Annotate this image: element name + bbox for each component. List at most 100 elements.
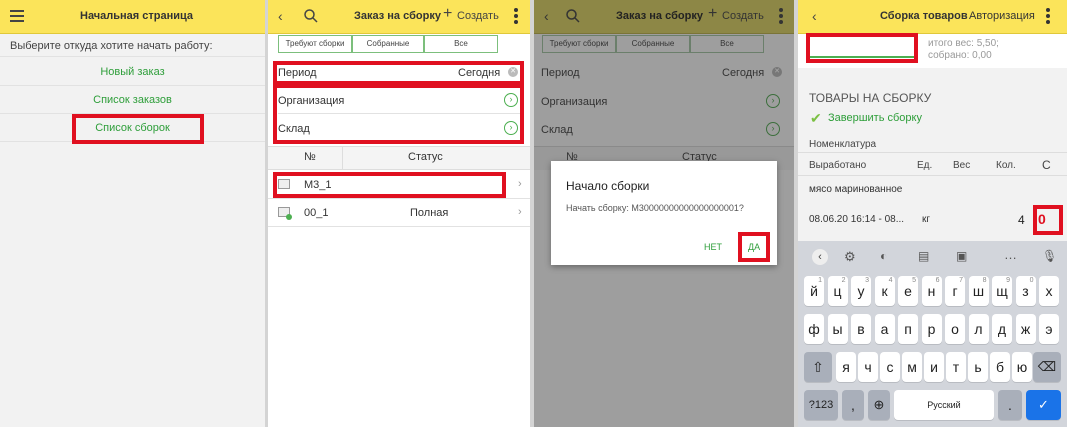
organization-label[interactable]: Организация xyxy=(541,96,607,108)
tab-assembled[interactable]: Собранные xyxy=(616,35,690,53)
search-icon[interactable] xyxy=(304,9,318,28)
microphone-icon[interactable]: 🎙 xyxy=(1042,249,1057,263)
key-7[interactable]: о xyxy=(945,314,965,344)
screen-goods-assembly: ‹ Сборка товаров Авторизация итого вес: … xyxy=(798,0,1067,427)
backspace-key[interactable]: ⌫ xyxy=(1033,352,1061,382)
more-icon[interactable] xyxy=(514,8,518,26)
key-8[interactable]: ш8 xyxy=(968,276,989,306)
key-9[interactable]: д xyxy=(992,314,1012,344)
palette-icon[interactable]: ◐ xyxy=(880,249,887,263)
row-number: 00_1 xyxy=(304,207,329,219)
tab-all[interactable]: Все xyxy=(690,35,764,53)
highlight-box xyxy=(273,84,524,144)
key-4[interactable]: а xyxy=(874,314,895,344)
screenshot-icon[interactable]: ▣ xyxy=(956,249,967,263)
chevron-right-icon: › xyxy=(518,178,522,190)
highlight-box xyxy=(1033,205,1063,235)
key-5[interactable]: и xyxy=(924,352,944,382)
col-c: С xyxy=(1042,158,1051,172)
highlight-box xyxy=(273,172,506,198)
app-bar: ‹ Сборка товаров Авторизация xyxy=(798,0,1067,34)
open-arrow-icon[interactable]: › xyxy=(766,122,780,136)
app-bar: ‹ Заказ на сборку + Создать xyxy=(534,0,794,34)
key-1[interactable]: я xyxy=(836,352,856,382)
key-3[interactable]: у3 xyxy=(851,276,871,306)
search-icon[interactable] xyxy=(566,9,580,28)
globe-key[interactable]: ⊕ xyxy=(868,390,890,420)
key-2[interactable]: ц2 xyxy=(827,276,848,306)
plus-icon[interactable]: + xyxy=(443,5,452,23)
tab-needs-assembly[interactable]: Требуют сборки xyxy=(278,35,352,53)
key-4[interactable]: к4 xyxy=(874,276,895,306)
table-row[interactable]: 00_1 Полная › xyxy=(268,200,530,226)
divider xyxy=(0,56,265,57)
key-3[interactable]: с xyxy=(880,352,900,382)
col-produced: Выработано xyxy=(809,160,867,171)
key-4[interactable]: м xyxy=(902,352,922,382)
more-icon[interactable] xyxy=(1046,8,1050,26)
shift-key[interactable]: ⇧ xyxy=(804,352,832,382)
key-9[interactable]: ю xyxy=(1012,352,1032,382)
key-2[interactable]: ы xyxy=(827,314,848,344)
numbers-key[interactable]: ?123 xyxy=(804,390,838,420)
key-5[interactable]: п xyxy=(898,314,918,344)
chevron-right-icon: › xyxy=(518,206,522,218)
key-11[interactable]: э xyxy=(1039,314,1059,344)
finish-assembly-button[interactable]: Завершить сборку xyxy=(828,112,922,124)
back-icon[interactable]: ‹ xyxy=(544,8,549,24)
app-bar: Начальная страница xyxy=(0,0,265,34)
highlight-box xyxy=(738,232,770,262)
col-weight: Вес xyxy=(953,160,971,171)
key-8[interactable]: л xyxy=(968,314,989,344)
back-icon[interactable]: ‹ xyxy=(278,8,283,24)
warehouse-label[interactable]: Склад xyxy=(541,124,573,136)
key-11[interactable]: х xyxy=(1039,276,1059,306)
total-weight: итого вес: 5,50; xyxy=(928,38,999,49)
gear-icon[interactable]: ⚙ xyxy=(844,249,856,265)
open-arrow-icon[interactable]: › xyxy=(766,94,780,108)
chevron-left-icon[interactable]: ‹ xyxy=(812,249,828,265)
period-key[interactable]: . xyxy=(998,390,1022,420)
tab-assembled[interactable]: Собранные xyxy=(352,35,424,53)
comma-key[interactable]: , xyxy=(842,390,864,420)
back-icon[interactable]: ‹ xyxy=(812,8,817,24)
more-horizontal-icon[interactable]: … xyxy=(1004,247,1017,262)
key-7[interactable]: г7 xyxy=(945,276,965,306)
enter-key[interactable]: ✓ xyxy=(1026,390,1061,420)
key-5[interactable]: е5 xyxy=(898,276,918,306)
key-6[interactable]: н6 xyxy=(921,276,942,306)
key-6[interactable]: р xyxy=(921,314,942,344)
key-10[interactable]: з0 xyxy=(1015,276,1036,306)
check-icon: ✔ xyxy=(810,110,822,126)
key-10[interactable]: ж xyxy=(1015,314,1036,344)
nomenclature-header: Номенклатура xyxy=(809,139,877,150)
no-button[interactable]: НЕТ xyxy=(704,242,722,252)
section-title: ТОВАРЫ НА СБОРКУ xyxy=(809,91,932,105)
key-8[interactable]: б xyxy=(990,352,1010,382)
clear-icon[interactable]: ✕ xyxy=(772,67,782,77)
key-6[interactable]: т xyxy=(946,352,966,382)
key-9[interactable]: щ9 xyxy=(992,276,1012,306)
menu-new-order[interactable]: Новый заказ xyxy=(0,66,265,78)
create-button[interactable]: Создать xyxy=(722,10,764,22)
key-2[interactable]: ч xyxy=(858,352,878,382)
tab-all[interactable]: Все xyxy=(424,35,498,53)
plus-icon[interactable]: + xyxy=(708,5,717,23)
create-button[interactable]: Создать xyxy=(457,10,499,22)
screen-home: Начальная страница Выберите откуда хотит… xyxy=(0,0,265,427)
menu-orders-list[interactable]: Список заказов xyxy=(0,94,265,106)
key-7[interactable]: ь xyxy=(968,352,988,382)
menu-icon[interactable] xyxy=(10,10,24,22)
screen-assembly-order: ‹ Заказ на сборку + Создать Требуют сбор… xyxy=(268,0,530,427)
tab-needs-assembly[interactable]: Требуют сборки xyxy=(542,35,616,53)
space-key[interactable]: Русский xyxy=(894,390,994,420)
key-1[interactable]: й1 xyxy=(804,276,824,306)
col-number: № xyxy=(304,151,316,163)
page-title: Заказ на сборку xyxy=(616,10,703,22)
auth-button[interactable]: Авторизация xyxy=(969,10,1035,22)
key-1[interactable]: ф xyxy=(804,314,824,344)
key-3[interactable]: в xyxy=(851,314,871,344)
clipboard-icon[interactable]: ▤ xyxy=(918,249,929,263)
period-value[interactable]: Сегодня xyxy=(722,67,764,79)
more-icon[interactable] xyxy=(779,8,783,26)
